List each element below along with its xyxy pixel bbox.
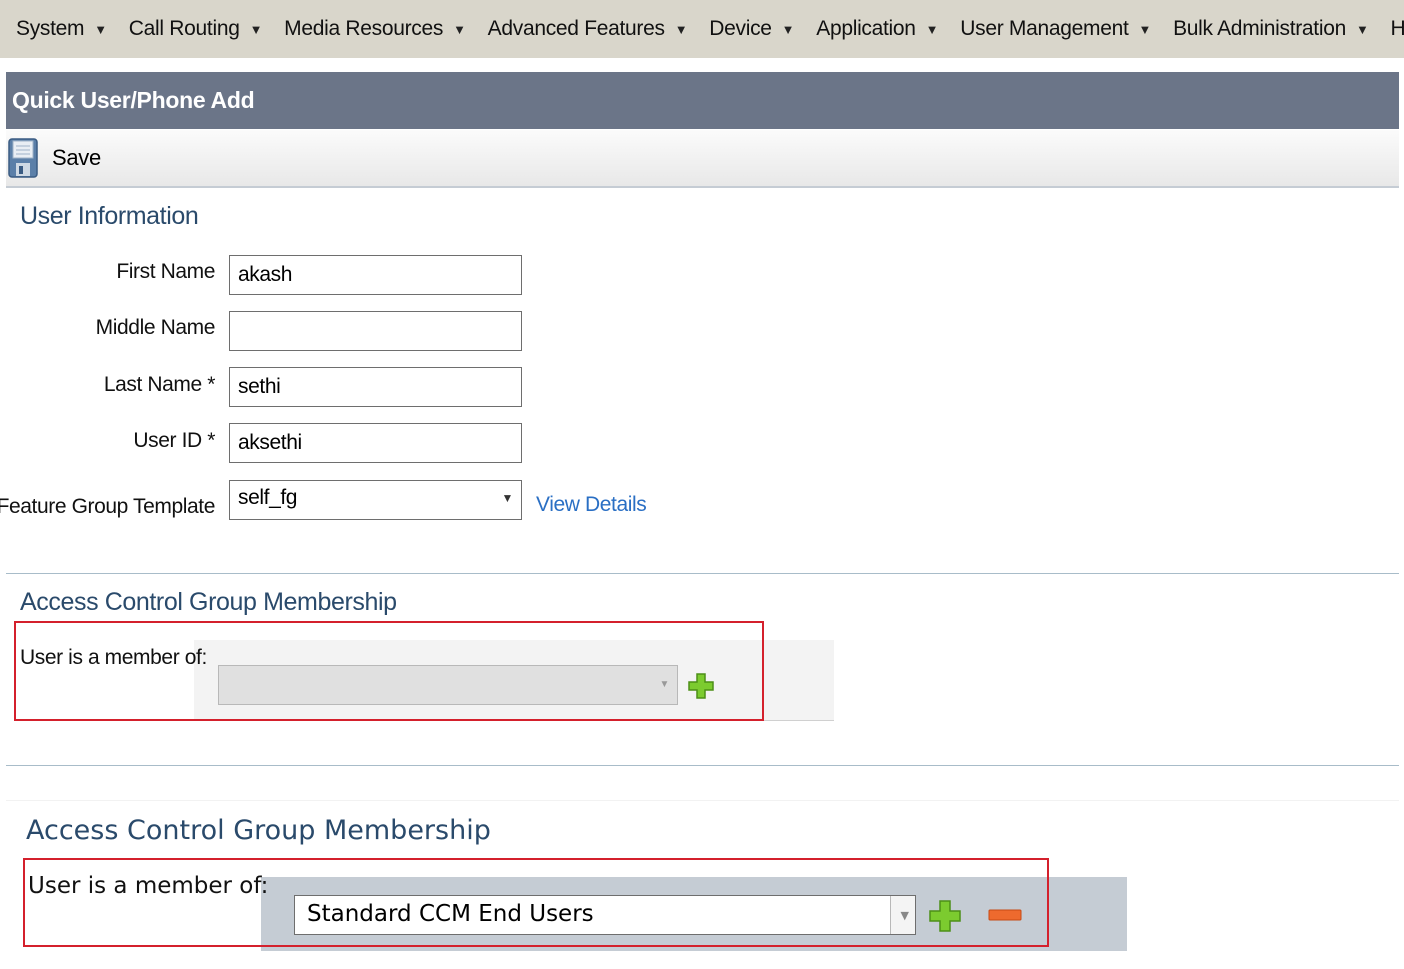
highlight-box-before <box>14 621 764 721</box>
chevron-down-icon: ▼ <box>1355 21 1369 37</box>
user-id-input[interactable] <box>229 423 522 463</box>
toolbar: Save <box>6 130 1399 188</box>
middle-name-input[interactable] <box>229 311 522 351</box>
middle-name-label: Middle Name <box>95 316 216 339</box>
last-name-input[interactable] <box>229 367 522 407</box>
save-button[interactable]: Save <box>6 138 101 178</box>
menu-help[interactable]: Help▼ <box>1375 17 1404 41</box>
section-title-access-control-after: Access Control Group Membership <box>26 815 491 846</box>
save-label: Save <box>52 145 101 170</box>
feature-group-template-label: Feature Group Template <box>0 495 215 518</box>
chevron-down-icon: ▼ <box>1138 21 1152 37</box>
menu-call-routing-label: Call Routing <box>128 17 240 40</box>
first-name-input[interactable] <box>229 255 522 295</box>
menu-application[interactable]: Application ▼ <box>800 17 938 41</box>
last-name-label: Last Name * <box>103 373 216 396</box>
menu-media-resources[interactable]: Media Resources ▼ <box>268 17 466 41</box>
user-information-panel: User Information First Name Middle Name … <box>0 190 1399 550</box>
menu-device[interactable]: Device ▼ <box>693 17 794 41</box>
floppy-disk-icon <box>8 138 38 178</box>
menu-application-label: Application <box>816 17 916 40</box>
section-title-access-control-before: Access Control Group Membership <box>20 588 397 616</box>
section-title-user-information: User Information <box>20 202 199 230</box>
section-divider <box>6 573 1399 574</box>
menu-user-management[interactable]: User Management ▼ <box>944 17 1151 41</box>
menu-advanced-features[interactable]: Advanced Features ▼ <box>472 17 688 41</box>
menu-user-management-label: User Management <box>960 17 1129 40</box>
access-control-group-panel-after: Access Control Group Membership User is … <box>6 800 1399 969</box>
page-title: Quick User/Phone Add <box>12 87 255 113</box>
chevron-down-icon: ▼ <box>94 21 107 37</box>
feature-group-template-value: self_fg <box>238 486 298 509</box>
access-control-group-panel-before: Access Control Group Membership User is … <box>6 576 1399 744</box>
feature-group-template-select[interactable]: self_fg ▼ <box>229 480 522 520</box>
chevron-down-icon: ▼ <box>781 21 795 37</box>
menu-system-label: System <box>16 17 85 40</box>
menu-help-label: Help <box>1390 17 1404 40</box>
menu-bulk-administration[interactable]: Bulk Administration ▼ <box>1157 17 1369 41</box>
menu-bulk-administration-label: Bulk Administration <box>1173 17 1346 40</box>
page-title-bar: Quick User/Phone Add <box>6 72 1399 129</box>
menu-system[interactable]: System ▼ <box>0 17 107 41</box>
user-id-label: User ID * <box>133 429 215 452</box>
menu-call-routing[interactable]: Call Routing ▼ <box>113 17 263 41</box>
chevron-down-icon: ▼ <box>249 21 263 37</box>
highlight-box-after <box>23 858 1049 947</box>
chevron-down-icon: ▼ <box>674 21 688 37</box>
first-name-label: First Name <box>116 260 215 283</box>
menu-device-label: Device <box>709 17 772 40</box>
view-details-link[interactable]: View Details <box>536 493 647 517</box>
chevron-down-icon: ▼ <box>501 491 514 505</box>
menu-advanced-features-label: Advanced Features <box>487 17 665 40</box>
section-divider <box>6 765 1399 766</box>
menu-media-resources-label: Media Resources <box>284 17 444 40</box>
main-menu-bar: System ▼ Call Routing ▼ Media Resources ▼ A… <box>0 0 1404 58</box>
chevron-down-icon: ▼ <box>453 21 466 37</box>
chevron-down-icon: ▼ <box>925 21 939 37</box>
